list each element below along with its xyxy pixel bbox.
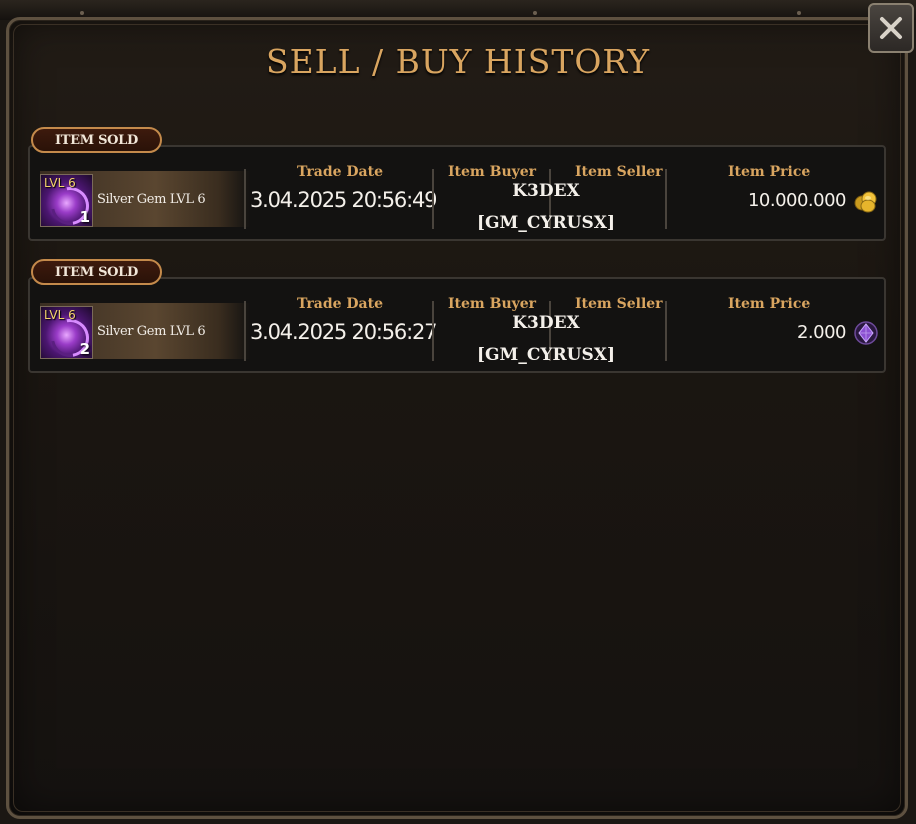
silver-gem-icon[interactable]: LVL 6 2	[40, 306, 93, 359]
seller-name: [GM_CYRUSX]	[476, 345, 615, 365]
item-price-value: 2.000	[796, 322, 847, 343]
background-decoration	[80, 11, 84, 15]
column-divider	[665, 169, 667, 229]
item-sold-badge: ITEM SOLD	[31, 259, 162, 285]
background-decoration	[533, 11, 537, 15]
buyer-name: K3DEX	[512, 181, 580, 201]
item-name: Silver Gem LVL 6	[97, 324, 206, 339]
item-level: LVL 6	[44, 308, 76, 322]
item-quantity: 1	[79, 208, 90, 226]
trade-date-value: 3.04.2025 20:56:49	[250, 188, 437, 212]
gold-coins-icon	[854, 191, 877, 213]
item-quantity: 2	[79, 340, 90, 358]
trade-date-header: Trade Date	[297, 296, 384, 312]
item-price-value: 10.000.000	[747, 190, 847, 211]
column-divider	[244, 169, 246, 229]
close-x-icon	[880, 17, 902, 39]
background-decoration	[797, 11, 801, 15]
column-divider	[665, 301, 667, 361]
column-divider	[432, 169, 434, 229]
item-sold-badge: ITEM SOLD	[31, 127, 162, 153]
column-divider	[432, 301, 434, 361]
purple-gem-icon	[854, 321, 878, 345]
item-level: LVL 6	[44, 176, 76, 190]
item-buyer-header: Item Buyer	[448, 296, 537, 312]
trade-date-header: Trade Date	[297, 164, 384, 180]
item-name: Silver Gem LVL 6	[97, 192, 206, 207]
item-buyer-header: Item Buyer	[448, 164, 537, 180]
close-button[interactable]	[868, 3, 914, 53]
item-seller-header: Item Seller	[575, 164, 663, 180]
column-divider	[244, 301, 246, 361]
silver-gem-icon[interactable]: LVL 6 1	[40, 174, 93, 227]
window-title: SELL / BUY HISTORY	[265, 42, 651, 81]
buyer-name: K3DEX	[512, 313, 580, 333]
trade-date-value: 3.04.2025 20:56:27	[250, 320, 437, 344]
item-price-header: Item Price	[728, 296, 811, 312]
item-seller-header: Item Seller	[575, 296, 663, 312]
item-price-header: Item Price	[728, 164, 811, 180]
seller-name: [GM_CYRUSX]	[476, 213, 615, 233]
